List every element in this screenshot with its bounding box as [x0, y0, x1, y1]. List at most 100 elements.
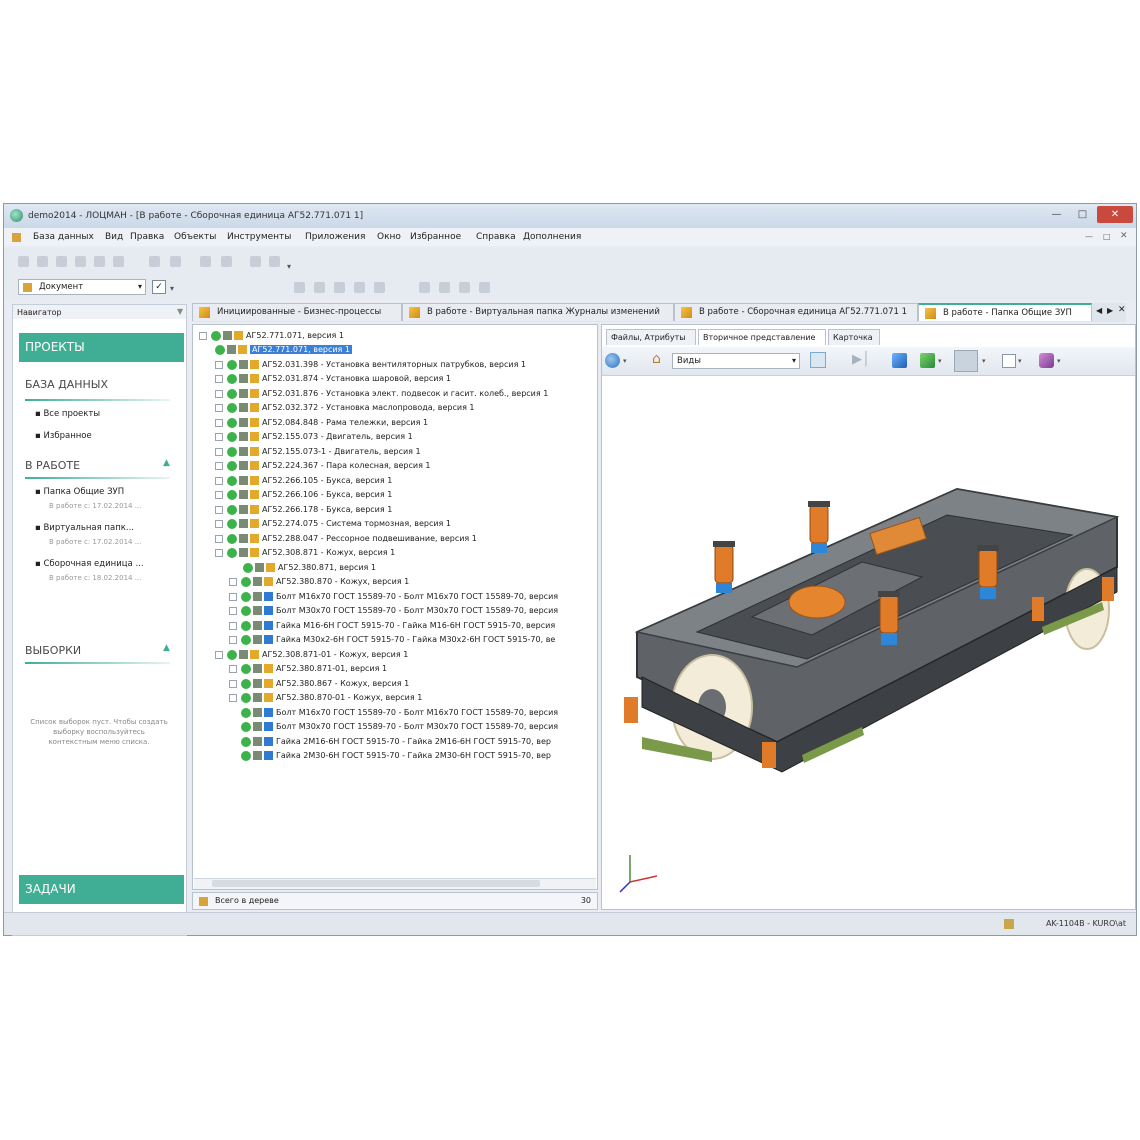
tree-row[interactable]: АГ52.274.075 - Система тормозная, версия… [215, 517, 451, 531]
expand-icon[interactable] [215, 447, 223, 456]
tree-row[interactable]: АГ52.266.106 - Букса, версия 1 [215, 488, 392, 502]
selections-title[interactable]: ВЫБОРКИ [25, 644, 81, 657]
work-item-virtual[interactable]: ▪ Виртуальная папк... [35, 523, 134, 533]
light-icon[interactable] [954, 350, 978, 372]
close-icon[interactable]: ✕ [1097, 206, 1133, 223]
tool-c-icon[interactable] [334, 282, 345, 293]
open-icon[interactable] [37, 256, 48, 267]
expand-icon[interactable] [215, 403, 223, 412]
toolbar-more-icon[interactable]: ▾ [287, 262, 291, 271]
database-title[interactable]: БАЗА ДАННЫХ [25, 378, 108, 391]
bogie-3d-model[interactable] [602, 377, 1135, 907]
tree-row[interactable]: АГ52.771.071, версия 1 [199, 329, 344, 343]
menu-applications[interactable]: Приложения [305, 232, 365, 242]
document-type-select[interactable]: Документ ▾ [18, 279, 146, 295]
in-work-title[interactable]: В РАБОТЕ [25, 459, 80, 472]
tab-scroll-left-icon[interactable]: ◀ [1096, 306, 1102, 315]
expand-icon[interactable] [215, 389, 223, 398]
tree-row[interactable]: АГ52.031.876 - Установка элект. подвесок… [215, 387, 548, 401]
maximize-icon[interactable]: □ [1070, 206, 1095, 223]
tree-row[interactable]: Болт М30х70 ГОСТ 15589-70 - Болт М30х70 … [241, 720, 558, 734]
save-icon[interactable] [56, 256, 67, 267]
properties-icon[interactable] [200, 256, 211, 267]
tree-scroll-thumb[interactable] [212, 880, 540, 887]
tree-row[interactable]: АГ52.288.047 - Рессорное подвешивание, в… [215, 532, 477, 546]
tree-row[interactable]: АГ52.380.870 - Кожух, версия 1 [229, 575, 409, 589]
expand-icon[interactable] [229, 679, 237, 688]
copy-icon[interactable] [113, 256, 124, 267]
tab-card[interactable]: Карточка [828, 329, 880, 345]
expand-icon[interactable] [215, 476, 223, 485]
cube-view-icon[interactable] [892, 353, 907, 368]
filter-dropdown-icon[interactable]: ▾ [170, 284, 174, 293]
orbit-icon[interactable] [605, 353, 620, 368]
tool-h-icon[interactable] [459, 282, 470, 293]
menu-edit[interactable]: Правка [130, 232, 164, 242]
tool-g-icon[interactable] [439, 282, 450, 293]
expand-icon[interactable] [215, 360, 223, 369]
expand-icon[interactable] [215, 374, 223, 383]
tree-row[interactable]: АГ52.266.105 - Букса, версия 1 [215, 474, 392, 488]
expand-icon[interactable] [215, 490, 223, 499]
tree-row[interactable]: АГ52.031.398 - Установка вентиляторных п… [215, 358, 526, 372]
tree-row[interactable]: АГ52.308.871-01 - Кожух, версия 1 [215, 648, 408, 662]
expand-icon[interactable] [215, 461, 223, 470]
work-item-assembly[interactable]: ▪ Сборочная единица ... [35, 559, 144, 569]
tree-row[interactable]: Болт М16х70 ГОСТ 15589-70 - Болт М16х70 … [229, 590, 558, 604]
play-icon[interactable]: ▶│ [852, 353, 870, 367]
shading-icon[interactable] [920, 353, 935, 368]
orbit-dropdown-icon[interactable]: ▾ [623, 357, 627, 365]
back-icon[interactable] [250, 256, 261, 267]
tree-row[interactable]: АГ52.771.071, версия 1 [215, 343, 352, 357]
tree-row[interactable]: Гайка М16-6Н ГОСТ 5915-70 - Гайка М16-6Н… [229, 619, 555, 633]
tree-row[interactable]: АГ52.084.848 - Рама тележки, версия 1 [215, 416, 428, 430]
expand-icon[interactable] [215, 418, 223, 427]
expand-icon[interactable] [215, 432, 223, 441]
mdi-restore-icon[interactable]: □ [1103, 232, 1111, 241]
collapse-icon[interactable] [215, 650, 223, 659]
delete-icon[interactable] [170, 256, 181, 267]
forward-icon[interactable] [269, 256, 280, 267]
minimize-icon[interactable]: — [1044, 206, 1069, 223]
expand-icon[interactable] [229, 606, 237, 615]
expand-icon[interactable] [215, 519, 223, 528]
refresh-icon[interactable] [221, 256, 232, 267]
expand-icon[interactable] [229, 577, 237, 586]
expand-icon[interactable] [229, 621, 237, 630]
nav-item-all-projects[interactable]: ▪ Все проекты [35, 409, 100, 419]
home-icon[interactable]: ⌂ [652, 352, 661, 366]
measure-icon[interactable] [1039, 353, 1054, 368]
tree-row[interactable]: АГ52.155.073 - Двигатель, версия 1 [215, 430, 413, 444]
tree-row[interactable]: Болт М30х70 ГОСТ 15589-70 - Болт М30х70 … [229, 604, 558, 618]
collapse-icon[interactable] [215, 548, 223, 557]
mdi-min-icon[interactable]: — [1085, 232, 1093, 241]
expand-icon[interactable] [215, 505, 223, 514]
tool-i-icon[interactable] [479, 282, 490, 293]
tab-zup-folder[interactable]: В работе - Папка Общие ЗУП [918, 303, 1092, 321]
menu-help[interactable]: Справка [476, 232, 516, 242]
menu-view[interactable]: Вид [105, 232, 123, 242]
pin-icon[interactable]: ▼ [177, 307, 183, 316]
tree-row[interactable]: АГ52.266.178 - Букса, версия 1 [215, 503, 392, 517]
tool-d-icon[interactable] [354, 282, 365, 293]
tree-row[interactable]: АГ52.032.372 - Установка маслопровода, в… [215, 401, 475, 415]
projects-section[interactable]: ПРОЕКТЫ [19, 333, 184, 362]
tab-business-processes[interactable]: Инициированные - Бизнес-процессы [192, 303, 402, 321]
expand-icon[interactable] [229, 592, 237, 601]
view-list-icon[interactable] [810, 352, 826, 368]
tree-row[interactable]: АГ52.031.874 - Установка шаровой, версия… [215, 372, 451, 386]
paste-icon[interactable] [149, 256, 160, 267]
expand-icon[interactable] [199, 331, 207, 340]
tool-b-icon[interactable] [314, 282, 325, 293]
tree-row[interactable]: Гайка М30х2-6Н ГОСТ 5915-70 - Гайка М30х… [229, 633, 555, 647]
tool-e-icon[interactable] [374, 282, 385, 293]
tree-row[interactable]: АГ52.224.367 - Пара колесная, версия 1 [215, 459, 431, 473]
expand-icon[interactable] [229, 693, 237, 702]
menu-tools[interactable]: Инструменты [227, 232, 291, 242]
tree-row[interactable]: АГ52.380.870-01 - Кожух, версия 1 [229, 691, 422, 705]
tree-row[interactable]: АГ52.380.871, версия 1 [243, 561, 376, 575]
tree-row[interactable]: Болт М16х70 ГОСТ 15589-70 - Болт М16х70 … [241, 706, 558, 720]
menu-favorites[interactable]: Избранное [410, 232, 461, 242]
menu-window[interactable]: Окно [377, 232, 401, 242]
tab-close-icon[interactable]: ✕ [1118, 305, 1126, 315]
